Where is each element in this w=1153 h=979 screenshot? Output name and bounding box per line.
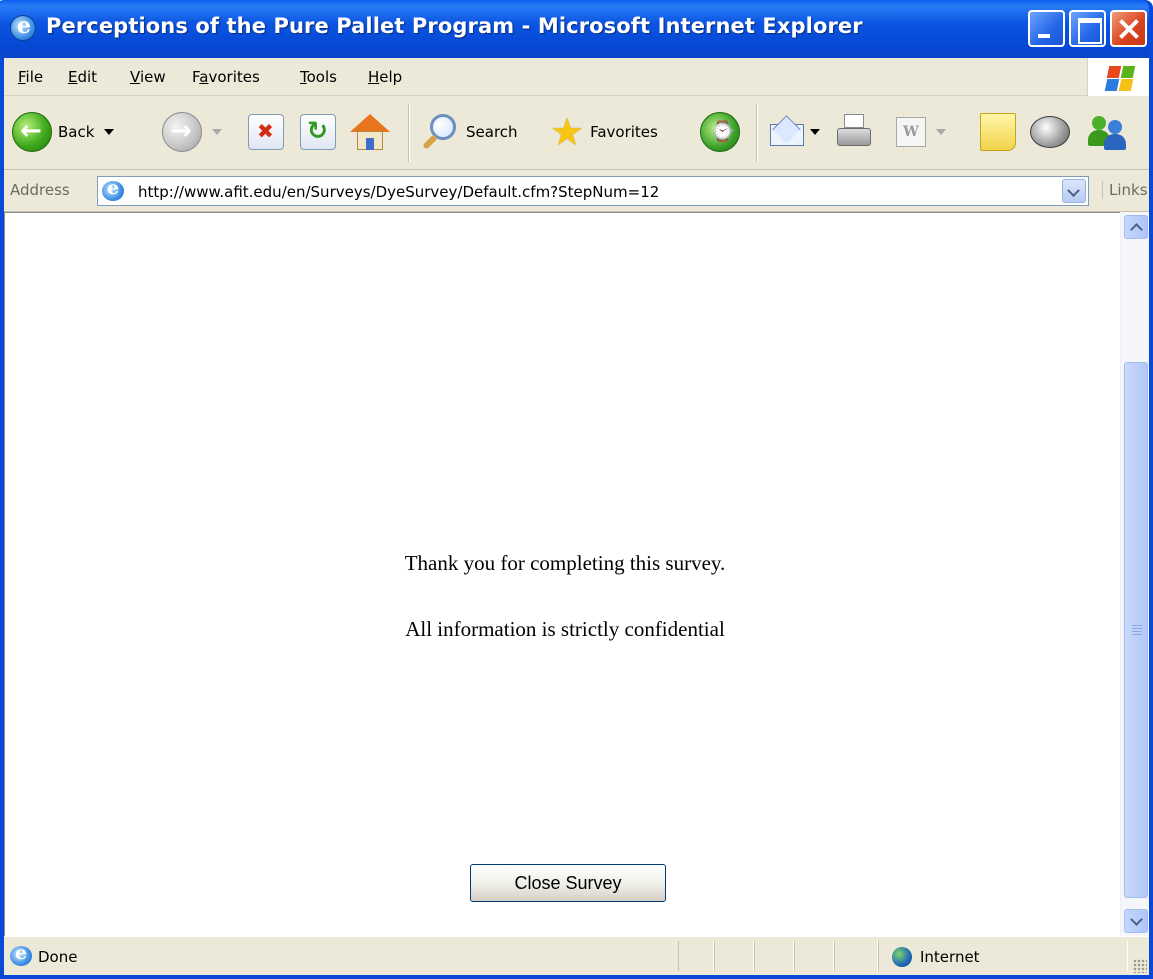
discuss-button[interactable] [1030,108,1070,156]
scroll-grip-icon [1132,625,1142,635]
vertical-scrollbar[interactable] [1120,212,1149,936]
address-label: Address [10,181,70,199]
discuss-bubble-icon [1030,116,1070,148]
standard-toolbar: Back Search [4,96,1149,170]
menu-view[interactable]: View [130,68,166,86]
status-panel [714,941,754,971]
zone-panel [878,941,1128,971]
toolbar-divider [756,104,758,162]
back-arrow-icon [12,112,52,152]
refresh-button[interactable] [300,108,336,156]
home-button[interactable] [350,108,390,156]
history-icon [700,112,740,152]
menu-help[interactable]: Help [368,68,402,86]
confidential-message: All information is strictly confidential [405,617,725,641]
scroll-thumb[interactable] [1124,362,1148,898]
forward-dropdown-icon[interactable] [212,129,222,135]
address-dropdown-button[interactable] [1062,179,1086,203]
toolbar-divider [408,104,410,162]
scroll-up-button[interactable] [1124,215,1148,239]
refresh-icon [300,114,336,150]
messenger-people-icon [1088,112,1128,152]
back-dropdown-icon[interactable] [104,129,115,135]
favorites-button[interactable]: ★ Favorites [550,108,658,156]
status-panel [754,941,794,971]
menu-edit[interactable]: Edit [68,68,97,86]
status-text: Done [38,948,78,966]
page-content: Thank you for completing this survey. Al… [4,212,1149,936]
back-label: Back [58,123,95,141]
forward-arrow-icon [162,112,202,152]
windows-logo-icon [1087,58,1149,96]
stop-icon [248,114,284,150]
stop-button[interactable] [248,108,284,156]
thank-you-message: Thank you for completing this survey. [404,551,726,575]
page-icon [102,177,124,201]
menu-favorites[interactable]: Favorites [192,68,260,86]
scroll-down-button[interactable] [1124,909,1148,933]
mail-dropdown-icon[interactable] [810,129,820,135]
status-panel [794,941,834,971]
search-button[interactable]: Search [420,108,518,156]
mail-button[interactable] [768,108,820,156]
internet-globe-icon [892,947,912,967]
resize-grip-icon[interactable] [1133,959,1147,973]
browser-window: Perceptions of the Pure Pallet Program -… [0,0,1153,979]
edit-dropdown-icon[interactable] [936,129,946,135]
status-panel [834,941,878,971]
favorites-label: Favorites [590,123,658,141]
notes-button[interactable] [980,108,1016,156]
search-label: Search [466,123,518,141]
history-button[interactable] [700,108,740,156]
menu-bar: File Edit View Favorites Tools Help [4,58,1149,96]
home-icon [350,112,390,152]
edit-button[interactable]: W [896,108,946,156]
search-icon [420,112,460,152]
zone-text: Internet [920,948,980,966]
address-bar: Address http://www.afit.edu/en/Surveys/D… [4,170,1149,212]
close-survey-button[interactable]: Close Survey [470,864,666,902]
forward-button[interactable] [162,108,222,156]
messenger-button[interactable] [1088,108,1128,156]
menu-tools[interactable]: Tools [300,68,337,86]
mail-icon [768,112,808,152]
links-button[interactable]: Links [1102,181,1148,199]
sticky-note-icon [980,113,1016,151]
printer-icon [834,112,874,152]
back-button[interactable]: Back [12,108,115,156]
status-bar: Done Internet [4,936,1149,975]
print-button[interactable] [834,108,874,156]
word-edit-icon: W [896,117,926,147]
status-panel [678,941,714,971]
menu-file[interactable]: File [18,68,43,86]
address-input[interactable]: http://www.afit.edu/en/Surveys/DyeSurvey… [97,176,1089,206]
favorites-star-icon: ★ [550,110,585,154]
address-url[interactable]: http://www.afit.edu/en/Surveys/DyeSurvey… [138,183,659,201]
page-status-icon [10,942,32,966]
